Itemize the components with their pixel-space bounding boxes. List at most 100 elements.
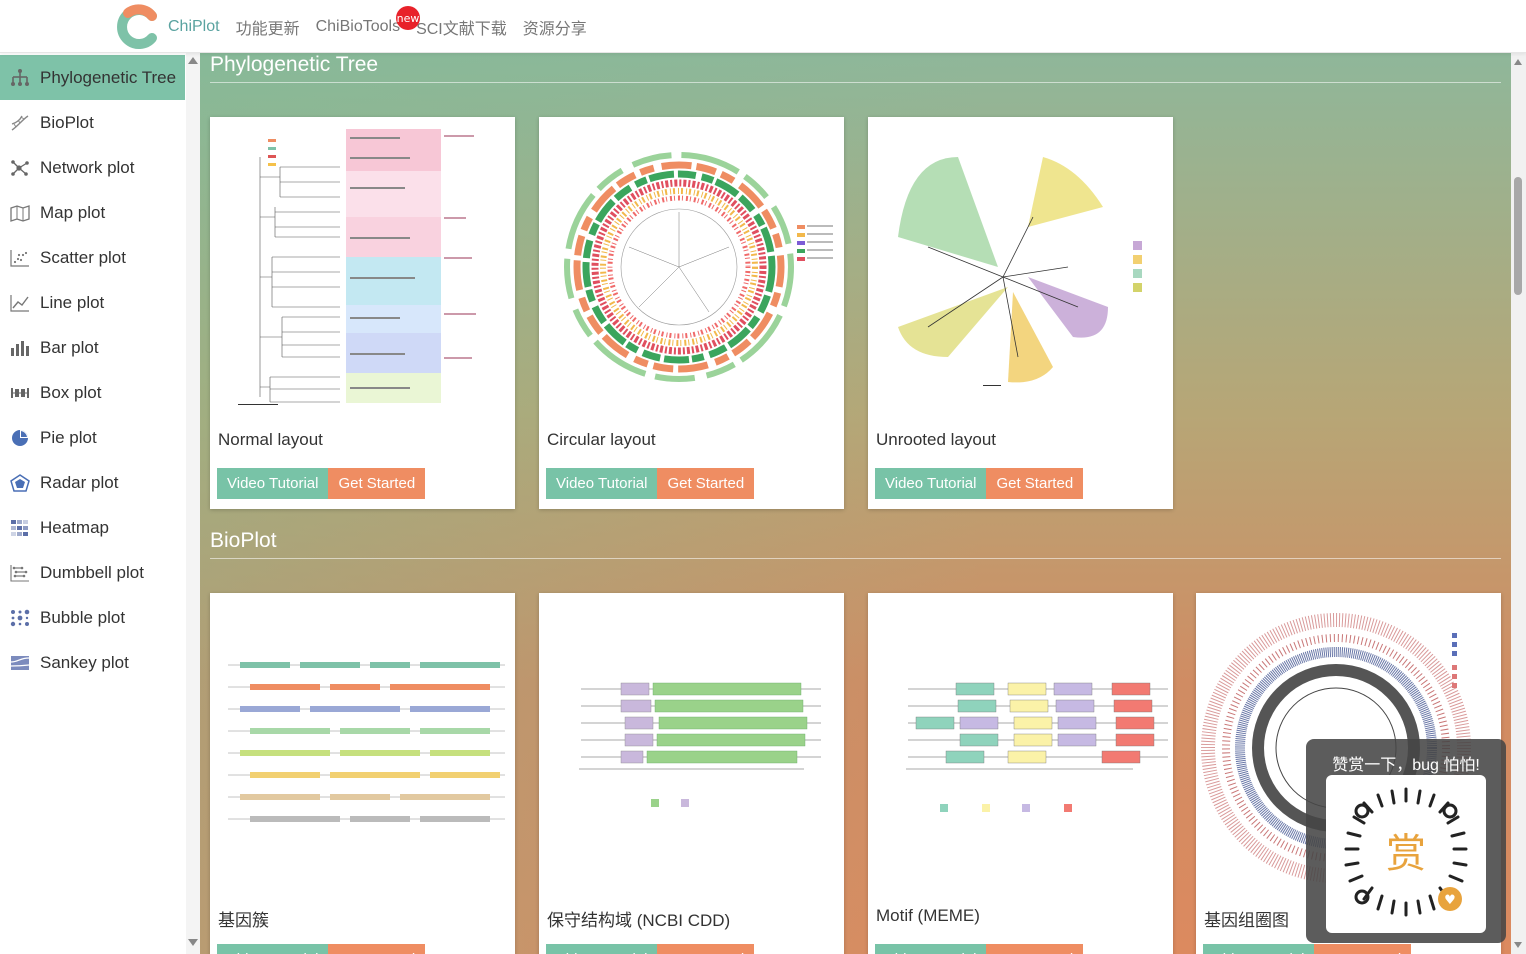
heatmap-icon xyxy=(9,518,31,538)
svg-text:赏: 赏 xyxy=(1386,831,1426,877)
sidebar-item-pie-plot[interactable]: Pie plot xyxy=(0,415,185,460)
sidebar-item-radar-plot[interactable]: Radar plot xyxy=(0,460,185,505)
radar-icon xyxy=(9,473,31,493)
scrollbar-thumb[interactable] xyxy=(1514,177,1522,295)
sidebar-item-bubble-plot[interactable]: Bubble plot xyxy=(0,595,185,640)
donate-text: 赞赏一下，bug 怕怕! xyxy=(1332,757,1480,774)
sidebar-item-map-plot[interactable]: Map plot xyxy=(0,190,185,235)
sidebar-scrollbar[interactable] xyxy=(186,53,200,954)
top-navbar: ChiPlot 功能更新 ChiBioTools SCI文献下载 资源分享 ne… xyxy=(0,0,1526,53)
network-icon xyxy=(9,158,31,178)
sidebar-item-dumbbell-plot[interactable]: Dumbbell plot xyxy=(0,550,185,595)
nav-resources[interactable]: 资源分享 xyxy=(523,15,587,39)
sidebar-item-label: Bar plot xyxy=(40,337,99,357)
card-title: Motif (MEME) xyxy=(876,906,980,925)
section-title-bioplot: BioPlot xyxy=(210,529,277,552)
gene-cluster-thumbnail xyxy=(210,593,515,898)
card-title: Normal layout xyxy=(218,430,323,449)
motif-thumbnail xyxy=(868,593,1173,898)
sidebar-item-label: Heatmap xyxy=(40,517,109,537)
svg-text:♥: ♥ xyxy=(1444,893,1456,908)
nav-updates[interactable]: 功能更新 xyxy=(236,15,300,39)
section-divider xyxy=(210,82,1501,83)
box-plot-icon xyxy=(9,383,31,403)
card-circular-layout: Circular layout Video Tutorial Get Start… xyxy=(539,117,844,509)
scroll-down-arrow-icon[interactable] xyxy=(1514,942,1522,948)
tree-icon xyxy=(9,68,31,88)
sidebar-item-box-plot[interactable]: Box plot xyxy=(0,370,185,415)
sidebar-item-label: Line plot xyxy=(40,292,105,312)
video-tutorial-button[interactable]: Video Tutorial xyxy=(875,468,987,499)
get-started-button[interactable]: Get Started xyxy=(328,468,426,499)
nav-brand[interactable]: ChiPlot xyxy=(168,18,220,36)
video-tutorial-button[interactable]: Video Tutorial xyxy=(1203,944,1315,954)
sidebar-item-label: BioPlot xyxy=(40,112,94,132)
line-chart-icon xyxy=(9,293,31,313)
get-started-button[interactable]: Get Started xyxy=(986,944,1084,954)
dumbbell-icon xyxy=(9,563,31,583)
pie-chart-icon xyxy=(9,428,31,448)
card-title: Unrooted layout xyxy=(876,430,997,449)
nav-chibiotools[interactable]: ChiBioTools xyxy=(316,18,400,36)
card-gene-cluster: 基因簇 Video Tutorial Get Started xyxy=(210,593,515,954)
sidebar-item-label: Radar plot xyxy=(40,472,119,492)
card-title: 基因组圈图 xyxy=(1204,911,1289,930)
sankey-icon xyxy=(9,653,31,673)
sidebar-item-label: Phylogenetic Tree xyxy=(40,67,177,87)
card-unrooted-layout: Unrooted layout Video Tutorial Get Start… xyxy=(868,117,1173,509)
conserved-domain-thumbnail xyxy=(539,593,844,898)
nav-sci-download[interactable]: SCI文献下载 xyxy=(416,15,507,39)
scatter-icon xyxy=(9,248,31,268)
sidebar-item-phylogenetic-tree[interactable]: Phylogenetic Tree xyxy=(0,55,185,100)
video-tutorial-button[interactable]: Video Tutorial xyxy=(875,944,987,954)
sidebar-item-label: Scatter plot xyxy=(40,247,126,267)
video-tutorial-button[interactable]: Video Tutorial xyxy=(546,944,658,954)
get-started-button[interactable]: Get Started xyxy=(986,468,1084,499)
video-tutorial-button[interactable]: Video Tutorial xyxy=(217,944,329,954)
card-normal-layout: Normal layout Video Tutorial Get Started xyxy=(210,117,515,509)
sidebar-item-label: Map plot xyxy=(40,202,106,222)
normal-layout-thumbnail xyxy=(210,117,515,422)
sidebar-item-label: Dumbbell plot xyxy=(40,562,144,582)
donate-qr-code[interactable]: 赏 ♥ xyxy=(1326,775,1486,933)
get-started-button[interactable]: Get Started xyxy=(657,468,755,499)
sidebar-item-bar-plot[interactable]: Bar plot xyxy=(0,325,185,370)
new-badge: new xyxy=(396,6,420,30)
get-started-button[interactable]: Get Started xyxy=(1314,944,1412,954)
video-tutorial-button[interactable]: Video Tutorial xyxy=(217,468,329,499)
sidebar-item-label: Sankey plot xyxy=(40,652,129,672)
section-divider xyxy=(210,558,1501,559)
circular-layout-thumbnail xyxy=(539,117,844,422)
sidebar-item-bioplot[interactable]: BioPlot xyxy=(0,100,185,145)
sidebar-item-scatter-plot[interactable]: Scatter plot xyxy=(0,235,185,280)
qr-code-icon: 赏 ♥ xyxy=(1344,787,1468,917)
sidebar-item-sankey-plot[interactable]: Sankey plot xyxy=(0,640,185,685)
scroll-down-arrow-icon[interactable] xyxy=(188,939,198,946)
get-started-button[interactable]: Get Started xyxy=(657,944,755,954)
chiplot-logo[interactable] xyxy=(114,4,160,50)
card-conserved-domain: 保守结构域 (NCBI CDD) Video Tutorial Get Star… xyxy=(539,593,844,954)
dna-icon xyxy=(9,113,31,133)
card-title: 基因簇 xyxy=(218,911,269,930)
sidebar-item-label: Bubble plot xyxy=(40,607,126,627)
sidebar-item-heatmap[interactable]: Heatmap xyxy=(0,505,185,550)
scroll-up-arrow-icon[interactable] xyxy=(1514,59,1522,65)
section-title-phylogenetic: Phylogenetic Tree xyxy=(210,53,379,76)
map-icon xyxy=(9,203,31,223)
donate-popup[interactable]: 赞赏一下，bug 怕怕! 赏 ♥ xyxy=(1306,739,1506,943)
card-title: Circular layout xyxy=(547,430,656,449)
sidebar-item-line-plot[interactable]: Line plot xyxy=(0,280,185,325)
unrooted-layout-thumbnail xyxy=(868,117,1173,422)
video-tutorial-button[interactable]: Video Tutorial xyxy=(546,468,658,499)
sidebar-item-label: Box plot xyxy=(40,382,102,402)
card-title: 保守结构域 (NCBI CDD) xyxy=(547,911,731,930)
sidebar-item-label: Pie plot xyxy=(40,427,97,447)
bar-chart-icon xyxy=(9,338,31,358)
sidebar-item-label: Network plot xyxy=(40,157,135,177)
bubble-icon xyxy=(9,608,31,628)
main-scrollbar[interactable] xyxy=(1511,53,1526,954)
scroll-up-arrow-icon[interactable] xyxy=(188,57,198,64)
card-motif: Motif (MEME) Video Tutorial Get Started xyxy=(868,593,1173,954)
sidebar-item-network-plot[interactable]: Network plot xyxy=(0,145,185,190)
get-started-button[interactable]: Get Started xyxy=(328,944,426,954)
